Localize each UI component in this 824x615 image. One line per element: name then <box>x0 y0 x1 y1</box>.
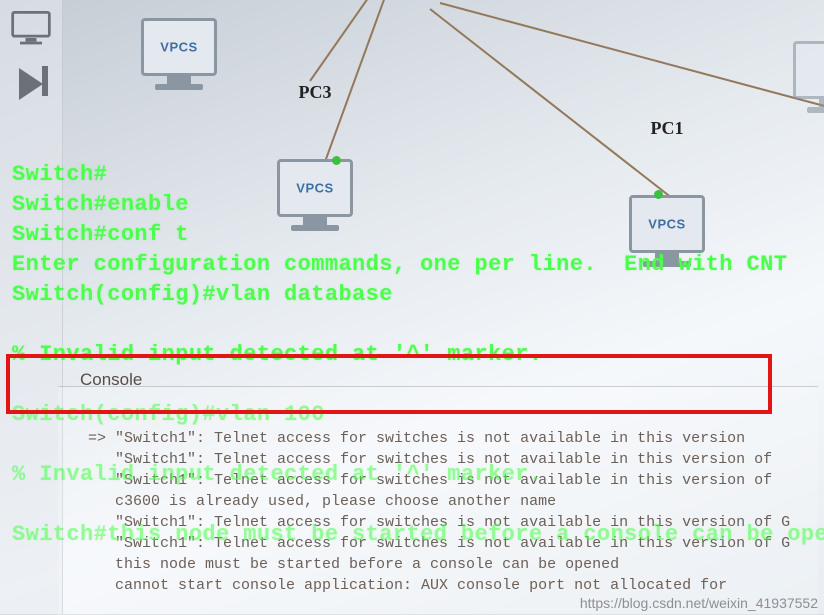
link-line <box>309 0 460 82</box>
monitor-icon[interactable] <box>9 8 53 46</box>
error-highlight-box <box>6 354 772 414</box>
device-tag: PC1 <box>624 118 710 139</box>
workspace: VPCS PC3 VPCS PC1 VPCS PC2 Console => "S… <box>0 0 824 614</box>
watermark: https://blog.csdn.net/weixin_41937552 <box>580 595 818 611</box>
play-pause-icon[interactable] <box>0 68 62 110</box>
device-vpcs[interactable]: VPCS <box>136 18 222 90</box>
device-tag: PC3 <box>272 82 358 103</box>
device-pc2[interactable]: PC2 <box>788 42 824 113</box>
device-label: VPCS <box>160 40 197 55</box>
link-line <box>440 2 824 107</box>
